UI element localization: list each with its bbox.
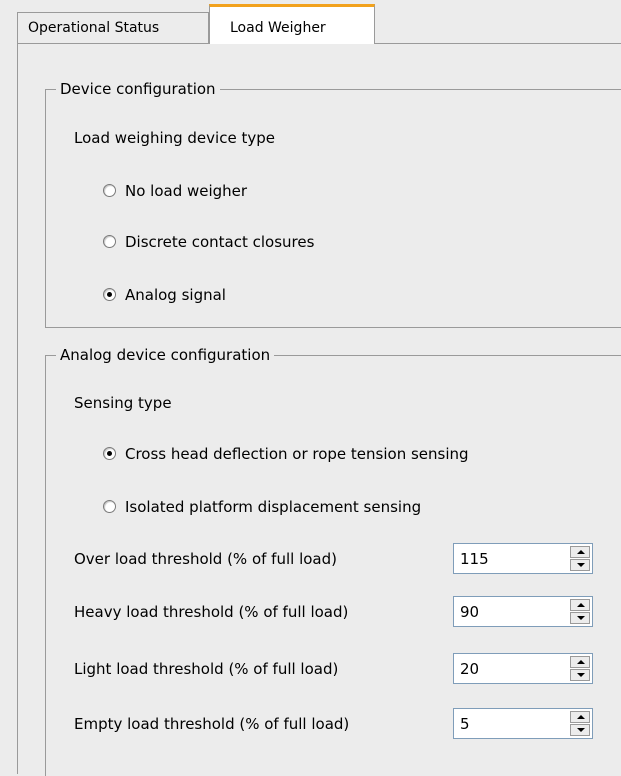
tab-strip: Operational Status Load Weigher: [0, 0, 621, 44]
heavy-load-threshold-label: Heavy load threshold (% of full load): [74, 603, 349, 621]
radio-label[interactable]: Analog signal: [125, 285, 226, 305]
radio-label[interactable]: No load weigher: [125, 181, 247, 201]
spinner-buttons[interactable]: [570, 656, 590, 681]
spinner-up-arrow-icon[interactable]: [570, 656, 590, 668]
spinner-down-arrow-icon[interactable]: [570, 559, 590, 571]
spinner-up-arrow-icon[interactable]: [570, 711, 590, 723]
spinner-buttons[interactable]: [570, 546, 590, 571]
radio-label[interactable]: Cross head deflection or rope tension se…: [125, 444, 469, 464]
sensing-type-label: Sensing type: [74, 394, 172, 412]
spinner-up-arrow-icon[interactable]: [570, 546, 590, 558]
analog-device-configuration-legend: Analog device configuration: [56, 345, 275, 365]
spinner-buttons[interactable]: [570, 599, 590, 624]
spinner-buttons[interactable]: [570, 711, 590, 736]
radio-button-selected[interactable]: [103, 447, 116, 460]
spinner-value[interactable]: 115: [460, 549, 489, 569]
spinner-value[interactable]: 90: [460, 602, 479, 622]
radio-button[interactable]: [103, 184, 116, 197]
empty-load-threshold-label: Empty load threshold (% of full load): [74, 715, 350, 733]
radio-button[interactable]: [103, 235, 116, 248]
over-load-threshold-label: Over load threshold (% of full load): [74, 550, 337, 568]
spinner-down-arrow-icon[interactable]: [570, 669, 590, 681]
spinner-down-arrow-icon[interactable]: [570, 724, 590, 736]
radio-button-selected[interactable]: [103, 288, 116, 301]
light-load-threshold-spinner[interactable]: 20: [453, 653, 593, 684]
radio-label[interactable]: Discrete contact closures: [125, 232, 314, 252]
heavy-load-threshold-spinner[interactable]: 90: [453, 596, 593, 627]
spinner-up-arrow-icon[interactable]: [570, 599, 590, 611]
tab-load-weigher[interactable]: Load Weigher: [209, 4, 375, 44]
radio-button[interactable]: [103, 500, 116, 513]
empty-load-threshold-spinner[interactable]: 5: [453, 708, 593, 739]
device-configuration-legend: Device configuration: [56, 79, 220, 99]
spinner-down-arrow-icon[interactable]: [570, 612, 590, 624]
spinner-value[interactable]: 5: [460, 714, 470, 734]
load-weighing-device-type-label: Load weighing device type: [74, 129, 275, 147]
spinner-value[interactable]: 20: [460, 659, 479, 679]
tab-operational-status[interactable]: Operational Status: [17, 12, 209, 43]
light-load-threshold-label: Light load threshold (% of full load): [74, 660, 339, 678]
radio-label[interactable]: Isolated platform displacement sensing: [125, 497, 421, 517]
over-load-threshold-spinner[interactable]: 115: [453, 543, 593, 574]
